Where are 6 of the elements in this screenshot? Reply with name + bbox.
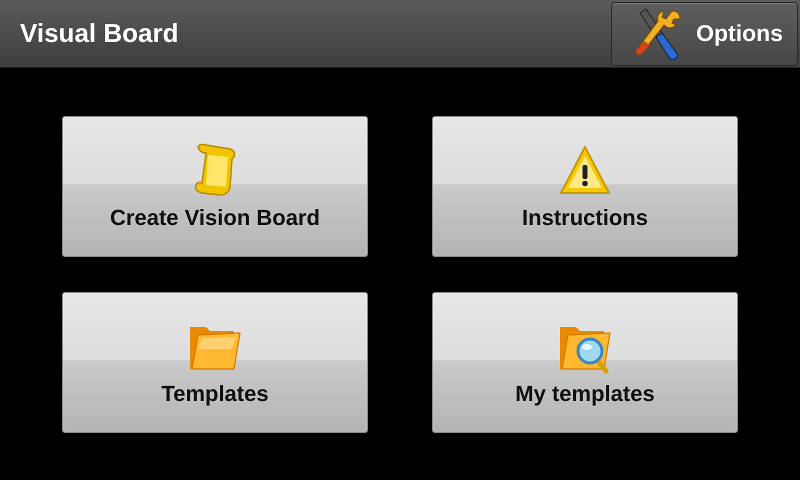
options-button[interactable]: Options	[611, 2, 798, 66]
menu-tile-button[interactable]: Instructions	[432, 116, 738, 257]
menu-tile-button[interactable]: Create Vision Board	[62, 116, 368, 257]
menu-tile-button[interactable]: Templates	[62, 292, 368, 433]
menu-tile-button[interactable]: My templates	[432, 292, 738, 433]
app-title: Visual Board	[20, 18, 178, 49]
